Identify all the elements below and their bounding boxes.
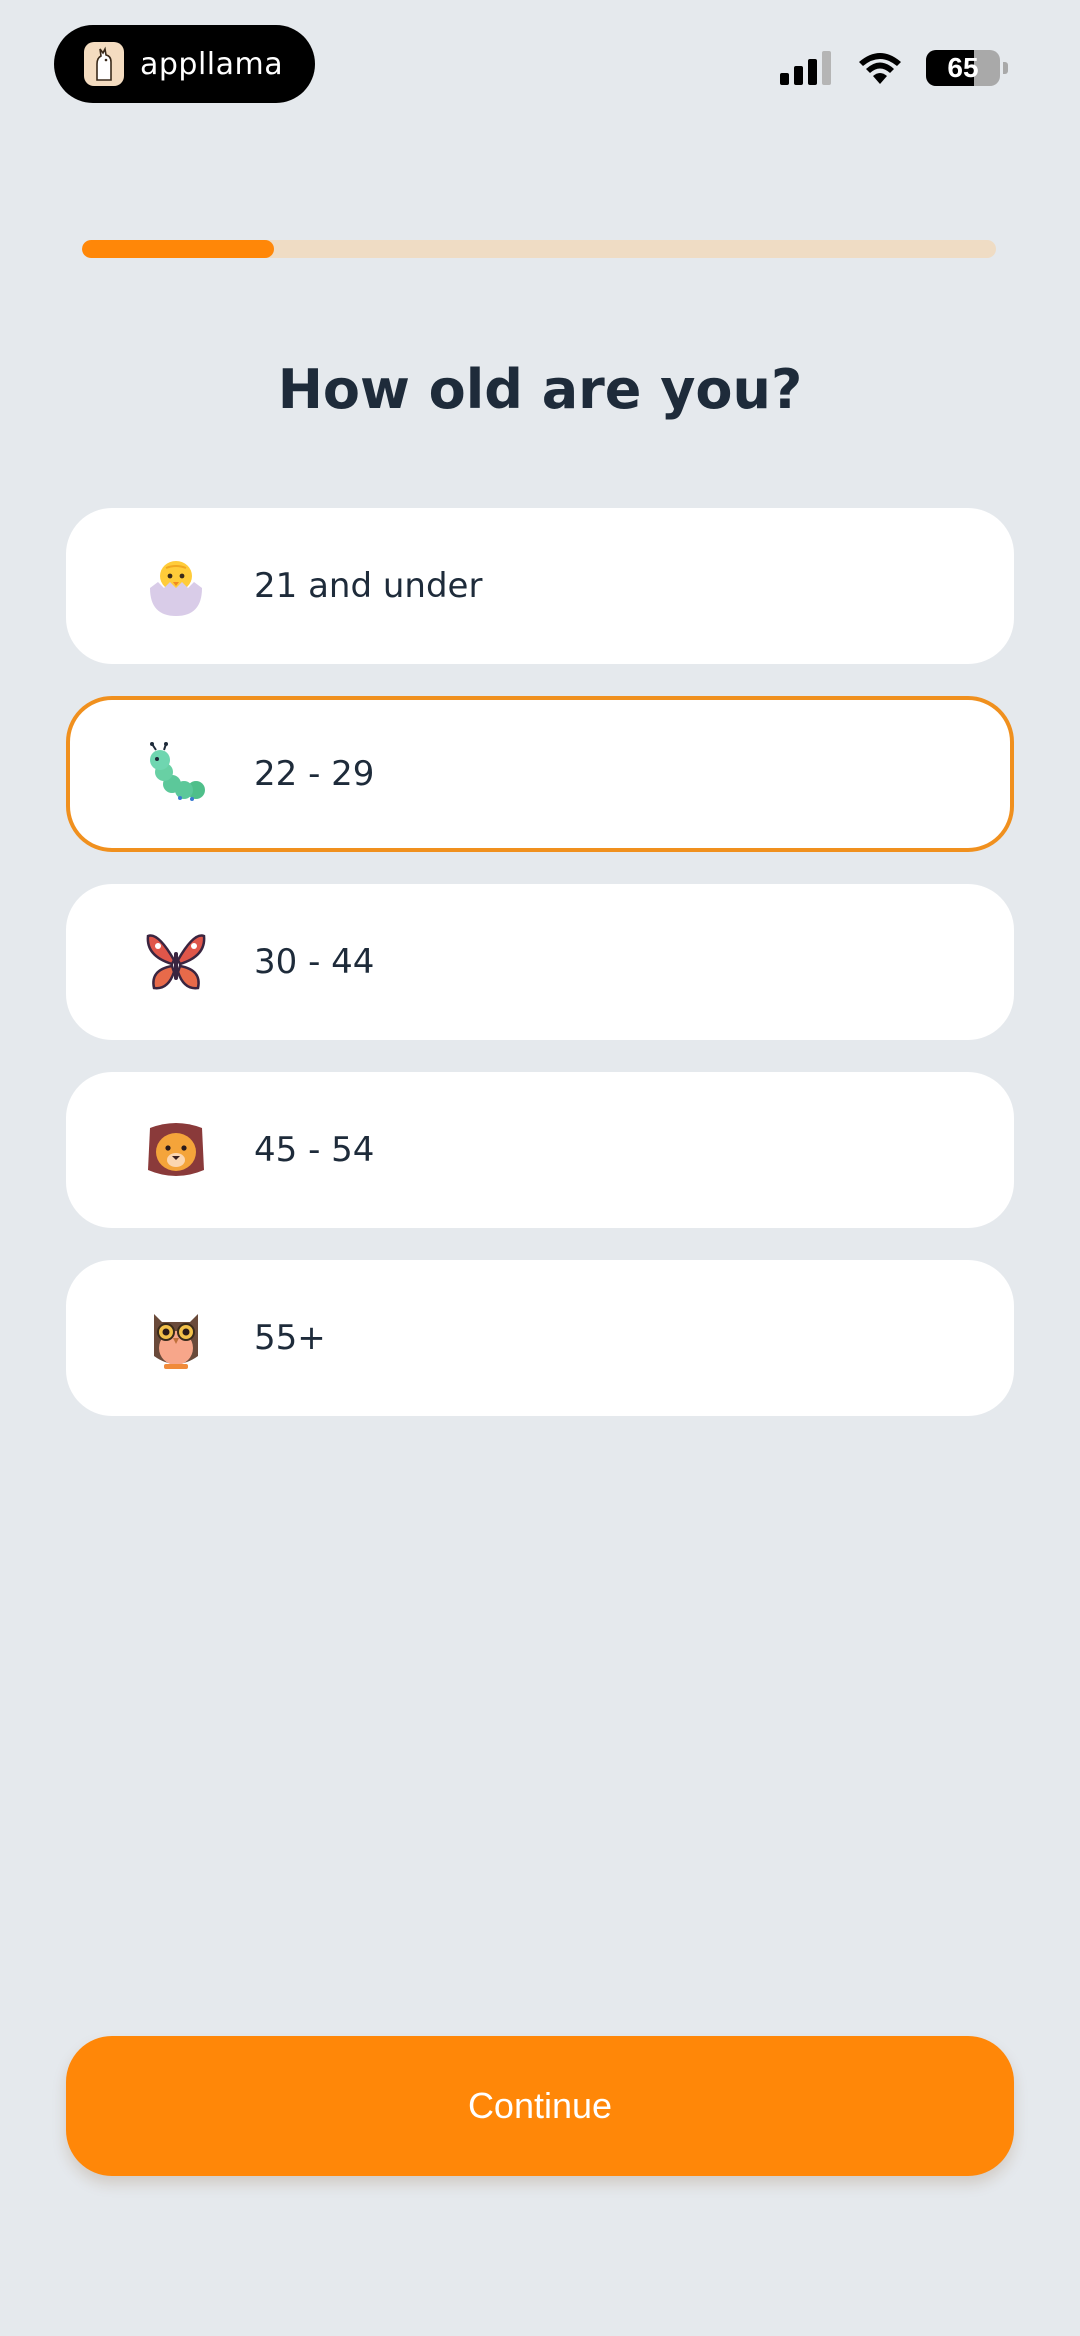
onboarding-screen: appllama 65 How old are you? 21 and unde… bbox=[0, 0, 1080, 2336]
age-options-list: 21 and under 22 - 29 30 - 44 45 - 54 55+ bbox=[66, 508, 1014, 1448]
option-22-29[interactable]: 22 - 29 bbox=[66, 696, 1014, 852]
progress-fill bbox=[82, 240, 274, 258]
option-label: 55+ bbox=[254, 1318, 326, 1358]
cellular-signal-icon bbox=[780, 51, 831, 85]
lion-icon bbox=[144, 1118, 208, 1182]
caterpillar-icon bbox=[144, 742, 208, 806]
question-title: How old are you? bbox=[277, 358, 803, 421]
battery-level: 65 bbox=[947, 52, 979, 83]
onboarding-progress-bar bbox=[82, 240, 996, 258]
continue-button[interactable]: Continue bbox=[66, 2036, 1014, 2176]
option-label: 45 - 54 bbox=[254, 1130, 375, 1170]
option-21-and-under[interactable]: 21 and under bbox=[66, 508, 1014, 664]
option-30-44[interactable]: 30 - 44 bbox=[66, 884, 1014, 1040]
llama-logo-icon bbox=[84, 42, 124, 86]
owl-icon bbox=[144, 1306, 208, 1370]
option-45-54[interactable]: 45 - 54 bbox=[66, 1072, 1014, 1228]
app-indicator-pill[interactable]: appllama bbox=[54, 25, 315, 103]
battery-indicator: 65 bbox=[926, 50, 1000, 86]
option-55-plus[interactable]: 55+ bbox=[66, 1260, 1014, 1416]
app-name: appllama bbox=[140, 46, 284, 82]
option-label: 21 and under bbox=[254, 566, 483, 606]
option-label: 30 - 44 bbox=[254, 942, 375, 982]
status-icons: 65 bbox=[780, 50, 1008, 86]
butterfly-icon bbox=[144, 930, 208, 994]
wifi-icon bbox=[859, 53, 901, 84]
battery-nub bbox=[1003, 62, 1008, 74]
option-label: 22 - 29 bbox=[254, 754, 375, 794]
hatching-chick-icon bbox=[144, 554, 208, 618]
